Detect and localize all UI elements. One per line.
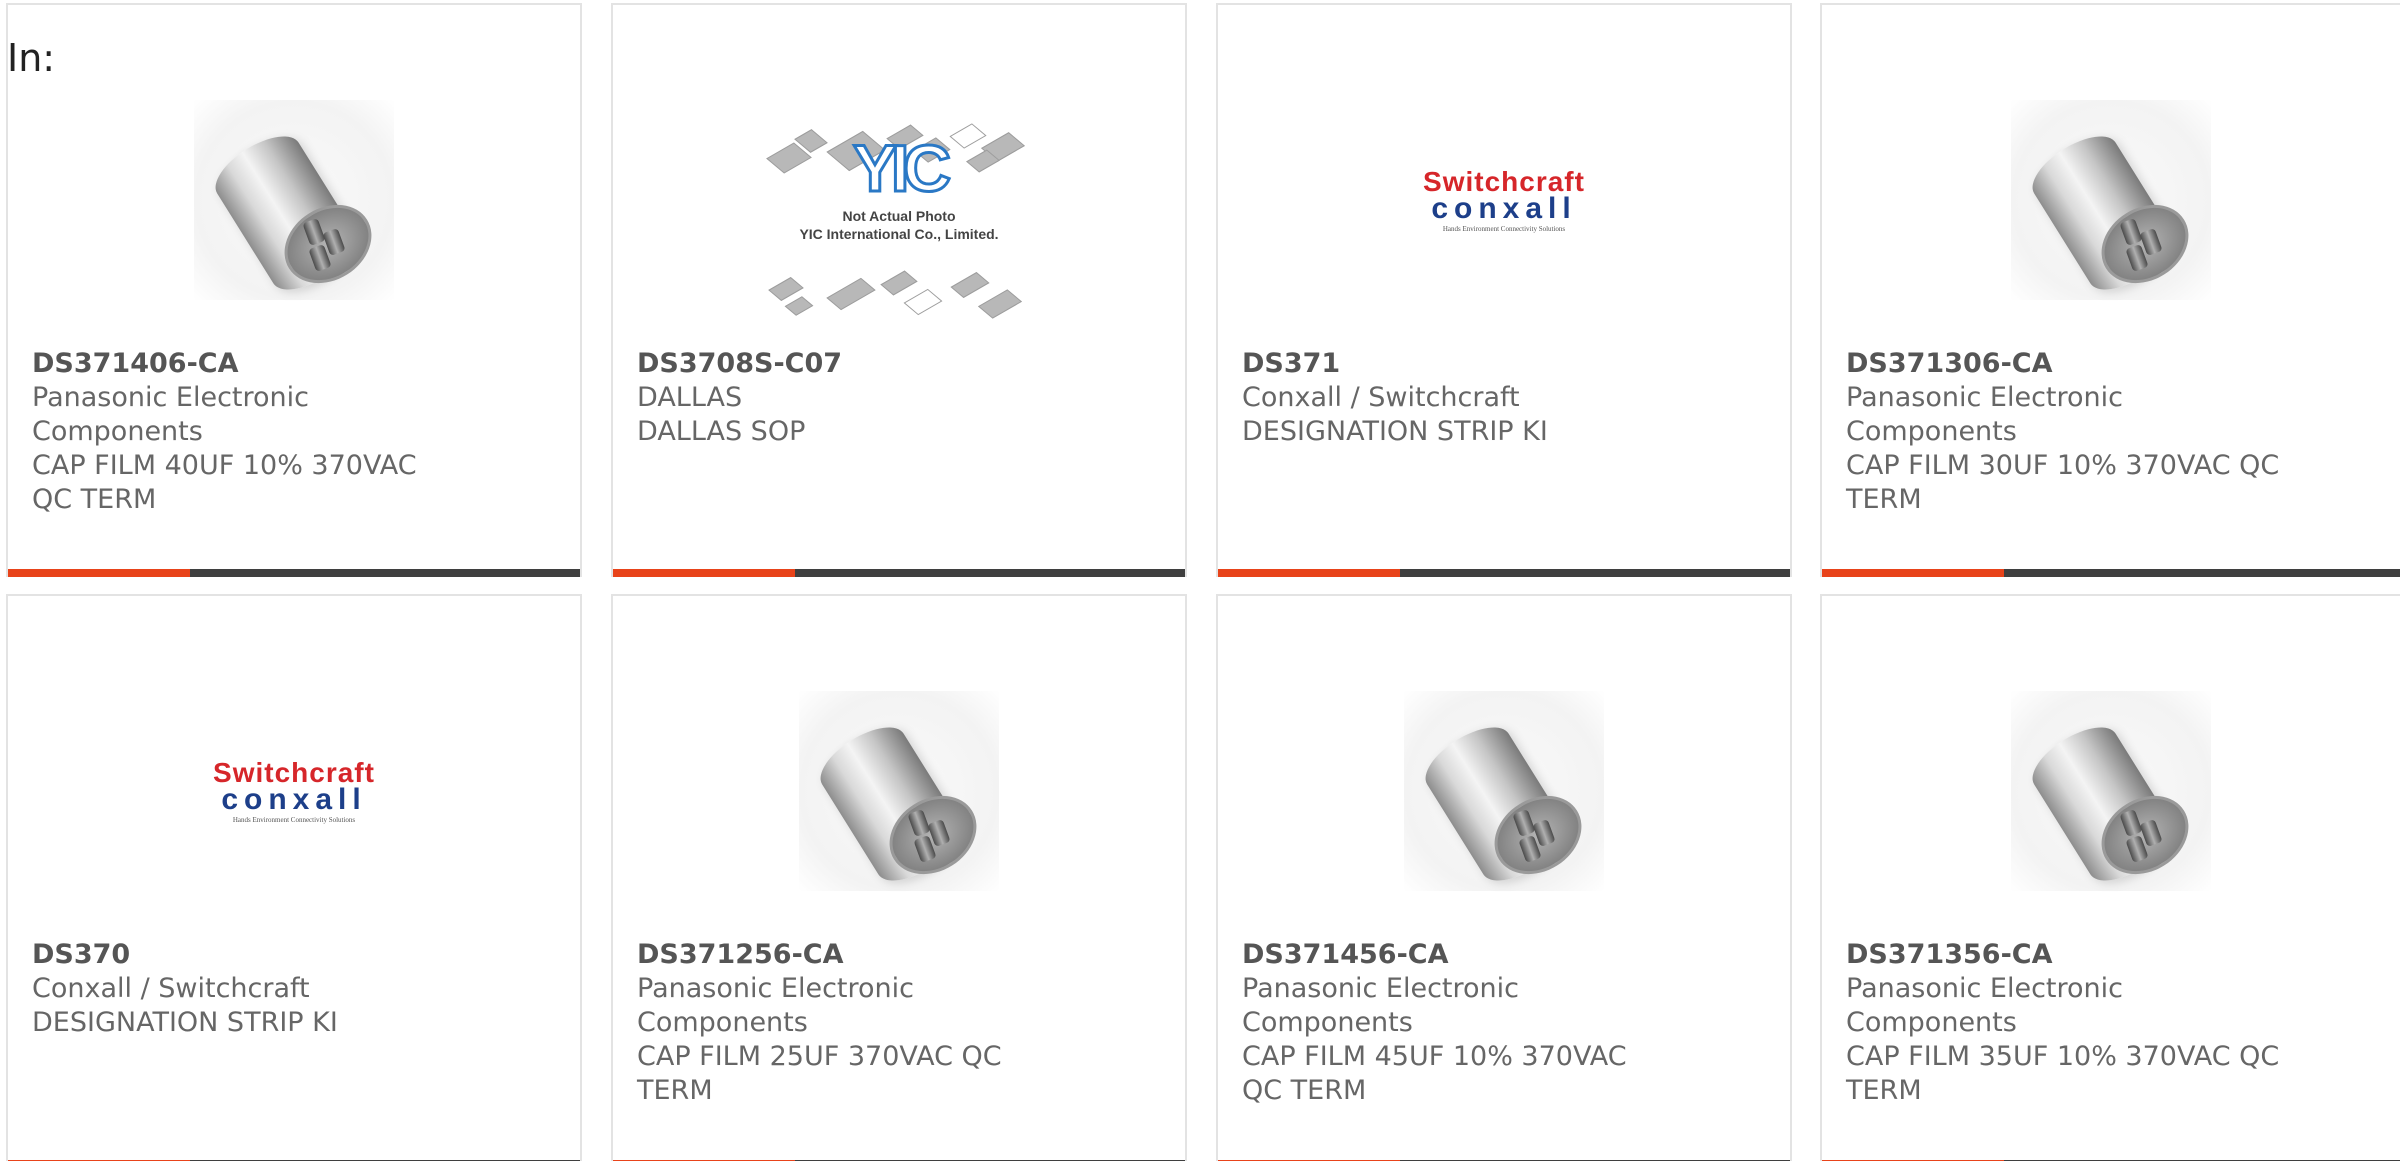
description: DALLAS SOP <box>637 416 806 447</box>
product-image[interactable]: Switchcraft conxall Hands Environment Co… <box>8 646 580 936</box>
manufacturer: DALLAS <box>637 382 743 413</box>
manufacturer: Panasonic Electronic Components <box>1846 382 2123 447</box>
capacitor-image <box>2011 100 2211 303</box>
product-info: DS371406-CA Panasonic Electronic Compone… <box>32 347 460 517</box>
image-caption-line1: Not Actual Photo <box>842 208 956 224</box>
product-image[interactable]: YIC Not Actual Photo YIC International C… <box>613 55 1185 345</box>
product-grid: DS371406-CA Panasonic Electronic Compone… <box>0 0 2400 1161</box>
page: DS371406-CA Panasonic Electronic Compone… <box>0 0 2400 1161</box>
product-image[interactable] <box>1822 55 2400 345</box>
manufacturer: Panasonic Electronic Components <box>1242 973 1519 1038</box>
capacitor-image <box>2011 691 2211 894</box>
description: CAP FILM 30UF 10% 370VAC QC TERM <box>1846 450 2280 515</box>
product-image[interactable] <box>1822 646 2400 936</box>
card-bottom-bar <box>613 569 1185 577</box>
product-card[interactable]: DS371306-CA Panasonic Electronic Compone… <box>1820 3 2400 577</box>
yic-logo: YIC <box>851 131 952 205</box>
description: CAP FILM 25UF 370VAC QC TERM <box>637 1041 1002 1106</box>
part-number-link[interactable]: DS371406-CA <box>32 347 460 381</box>
card-accent-bar <box>613 569 795 577</box>
card-accent-bar <box>8 569 190 577</box>
product-image[interactable]: Switchcraft conxall Hands Environment Co… <box>1218 55 1790 345</box>
capacitor-image <box>799 691 999 894</box>
description: DESIGNATION STRIP KI <box>32 1007 338 1038</box>
part-number-link[interactable]: DS371 <box>1242 347 1670 381</box>
in-label: In: <box>7 36 56 80</box>
product-info: DS371256-CA Panasonic Electronic Compone… <box>637 938 1065 1108</box>
switchcraft-logo-image: Switchcraft conxall Hands Environment Co… <box>213 758 375 824</box>
card-accent-bar <box>1218 569 1400 577</box>
product-card[interactable]: DS371356-CA Panasonic Electronic Compone… <box>1820 594 2400 1161</box>
card-bottom-bar <box>1218 569 1790 577</box>
product-card[interactable]: DS371256-CA Panasonic Electronic Compone… <box>611 594 1187 1161</box>
part-number-link[interactable]: DS370 <box>32 938 460 972</box>
switchcraft-logo-image: Switchcraft conxall Hands Environment Co… <box>1423 167 1585 233</box>
capacitor-image <box>194 100 394 303</box>
yic-placeholder-image: YIC Not Actual Photo YIC International C… <box>759 75 1039 325</box>
description: CAP FILM 45UF 10% 370VAC QC TERM <box>1242 1041 1627 1106</box>
description: CAP FILM 35UF 10% 370VAC QC TERM <box>1846 1041 2280 1106</box>
manufacturer: Panasonic Electronic Components <box>637 973 914 1038</box>
logo-tagline: Hands Environment Connectivity Solutions <box>1442 224 1566 233</box>
product-info: DS370 Conxall / Switchcraft DESIGNATION … <box>32 938 460 1040</box>
manufacturer: Panasonic Electronic Components <box>1846 973 2123 1038</box>
description: DESIGNATION STRIP KI <box>1242 416 1548 447</box>
product-card[interactable]: DS371406-CA Panasonic Electronic Compone… <box>6 3 582 577</box>
product-image[interactable] <box>613 646 1185 936</box>
product-info: DS371356-CA Panasonic Electronic Compone… <box>1846 938 2280 1108</box>
logo-conxall-text: conxall <box>221 782 367 816</box>
product-image[interactable] <box>1218 646 1790 936</box>
image-caption-line2: YIC International Co., Limited. <box>799 226 999 242</box>
product-info: DS371306-CA Panasonic Electronic Compone… <box>1846 347 2280 517</box>
product-info: DS371 Conxall / Switchcraft DESIGNATION … <box>1242 347 1670 449</box>
product-info: DS371456-CA Panasonic Electronic Compone… <box>1242 938 1670 1108</box>
logo-tagline: Hands Environment Connectivity Solutions <box>232 815 356 824</box>
manufacturer: Conxall / Switchcraft <box>32 973 310 1004</box>
part-number-link[interactable]: DS3708S-C07 <box>637 347 1065 381</box>
product-card[interactable]: Switchcraft conxall Hands Environment Co… <box>6 594 582 1161</box>
product-card[interactable]: YIC Not Actual Photo YIC International C… <box>611 3 1187 577</box>
part-number-link[interactable]: DS371356-CA <box>1846 938 2280 972</box>
card-bottom-bar <box>8 569 580 577</box>
part-number-link[interactable]: DS371456-CA <box>1242 938 1670 972</box>
logo-conxall-text: conxall <box>1431 191 1577 225</box>
image-caption: Not Actual Photo YIC International Co., … <box>759 207 1039 243</box>
manufacturer: Panasonic Electronic Components <box>32 382 309 447</box>
card-accent-bar <box>1822 569 2004 577</box>
part-number-link[interactable]: DS371306-CA <box>1846 347 2280 381</box>
capacitor-image <box>1404 691 1604 894</box>
product-card[interactable]: DS371456-CA Panasonic Electronic Compone… <box>1216 594 1792 1161</box>
description: CAP FILM 40UF 10% 370VAC QC TERM <box>32 450 417 515</box>
product-card[interactable]: Switchcraft conxall Hands Environment Co… <box>1216 3 1792 577</box>
product-image[interactable] <box>8 55 580 345</box>
part-number-link[interactable]: DS371256-CA <box>637 938 1065 972</box>
card-bottom-bar <box>1822 569 2400 577</box>
product-info: DS3708S-C07 DALLAS DALLAS SOP <box>637 347 1065 449</box>
manufacturer: Conxall / Switchcraft <box>1242 382 1520 413</box>
